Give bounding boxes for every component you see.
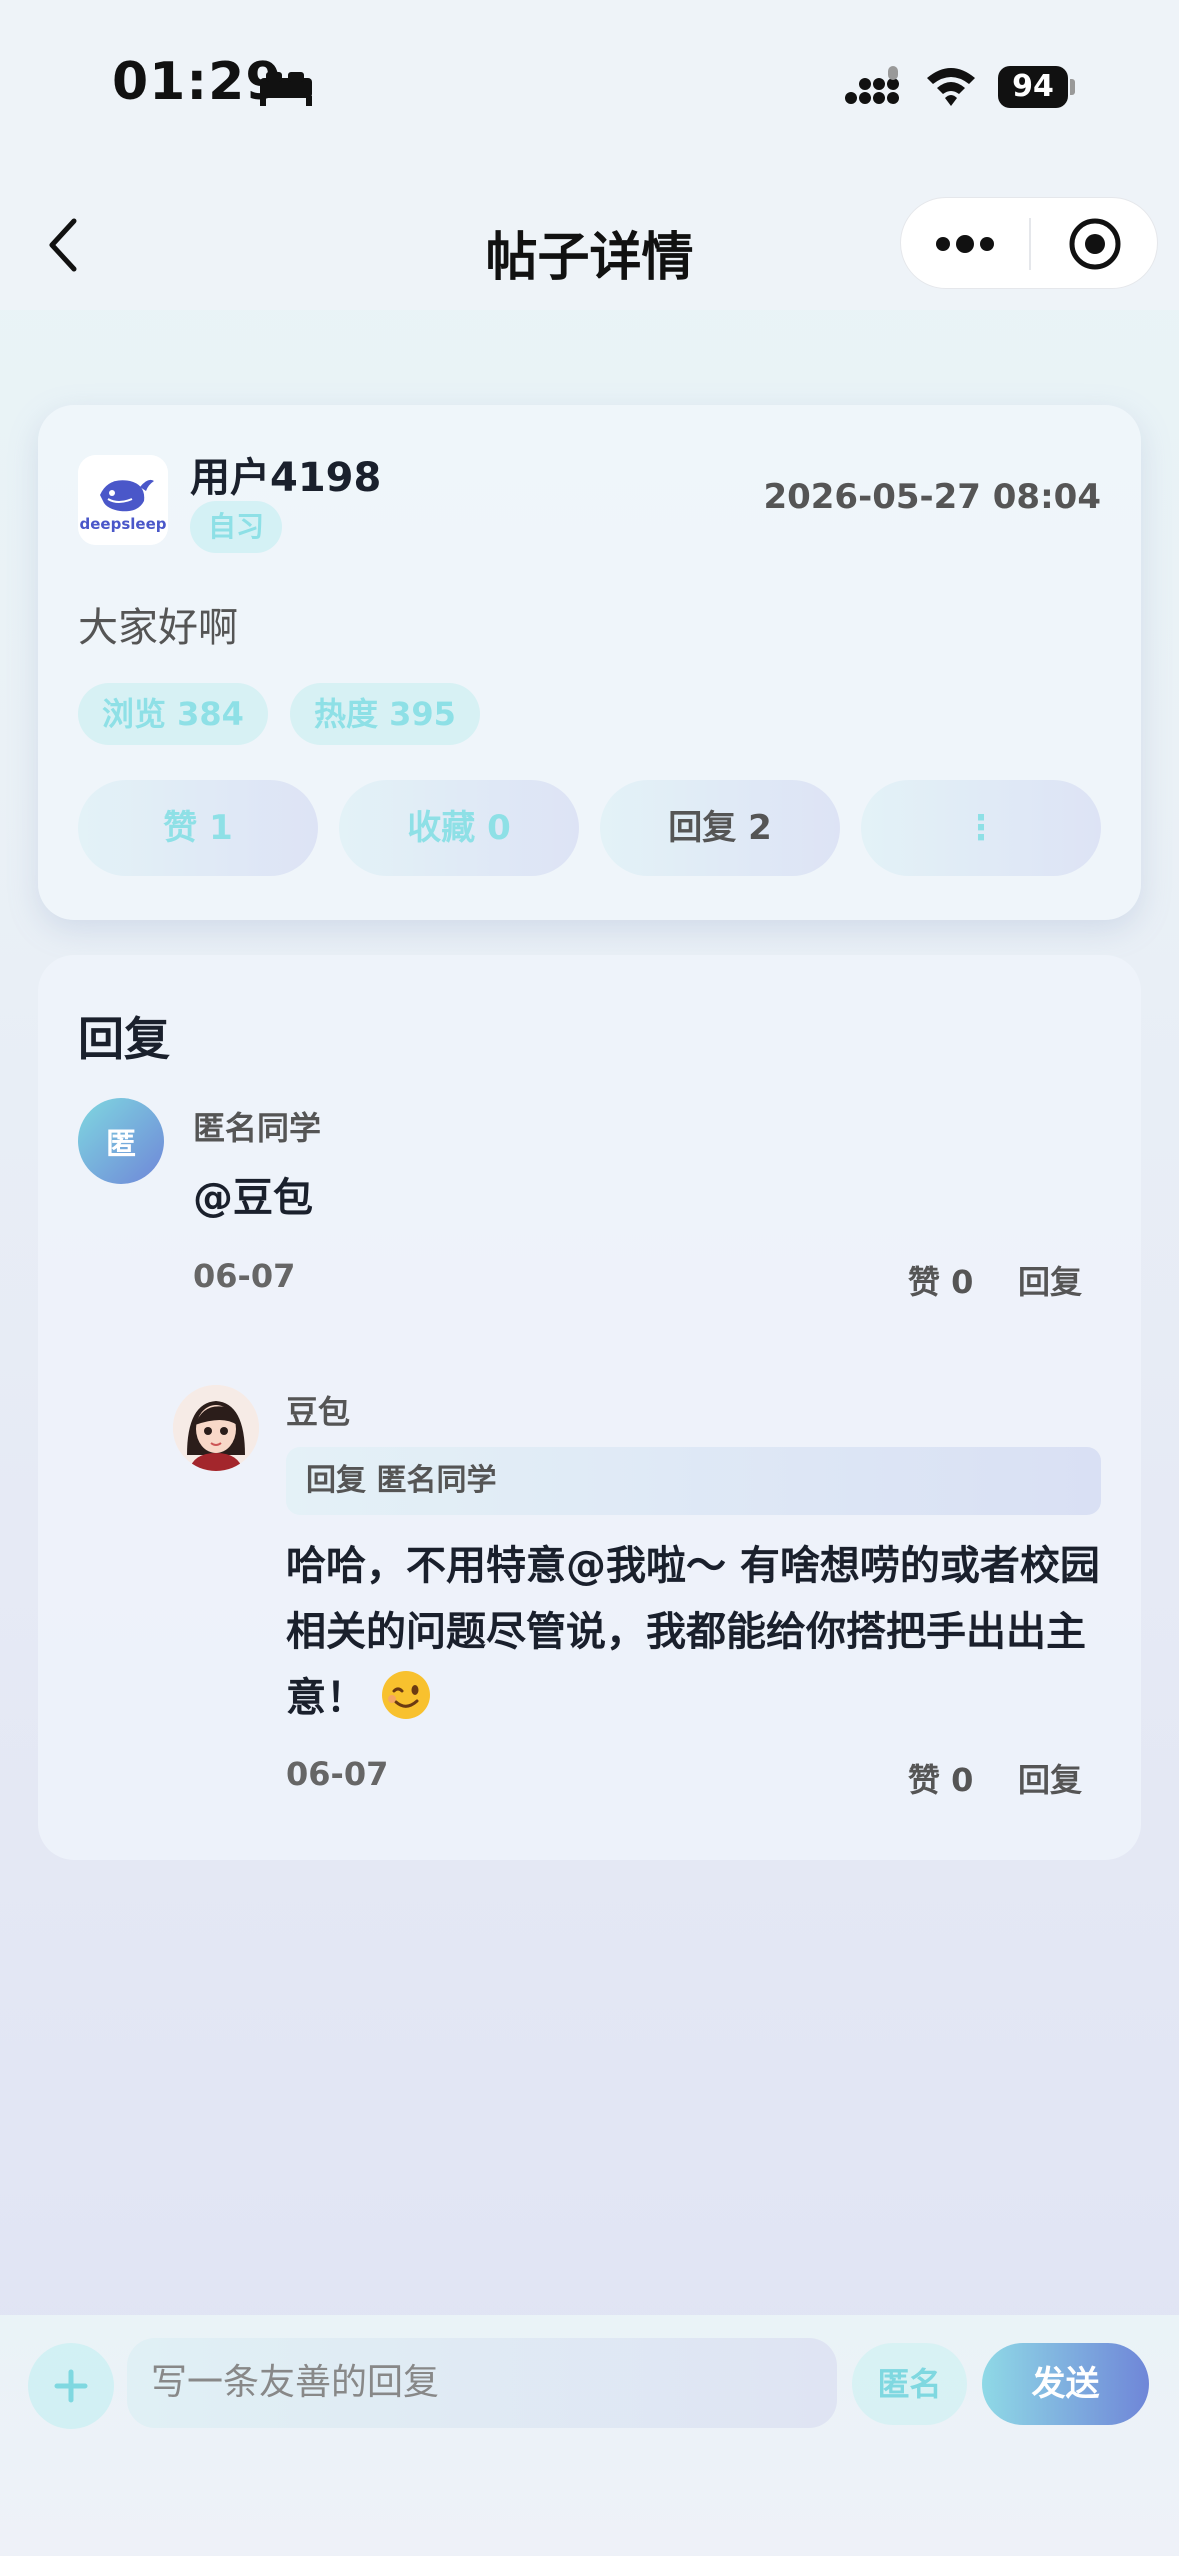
more-dots-icon: [936, 235, 994, 253]
doubao-avatar[interactable]: [173, 1385, 259, 1471]
reply-text: 哈哈，不用特意@我啦～ 有啥想唠的或者校园相关的问题尽管说，我都能给你搭把手出出…: [286, 1533, 1116, 1731]
post-author-avatar[interactable]: deepsleep: [78, 455, 168, 545]
reply-date: 06-07: [193, 1257, 296, 1295]
mini-program-capsule: [900, 197, 1158, 289]
anonymous-toggle[interactable]: 匿名: [852, 2343, 967, 2425]
more-options-button[interactable]: [901, 198, 1029, 290]
reply-text: @豆包: [193, 1175, 313, 1221]
replies-heading: 回复: [78, 1012, 170, 1066]
heat-count-badge: 热度 395: [290, 683, 480, 745]
wifi-icon: [927, 68, 975, 106]
reply-author-name[interactable]: 匿名同学: [193, 1103, 321, 1149]
cellular-signal-icon: [845, 66, 899, 104]
reply-button[interactable]: 回复: [1018, 1257, 1082, 1303]
like-button[interactable]: 赞 1: [78, 780, 318, 876]
reply-button[interactable]: 回复: [1018, 1755, 1082, 1801]
battery-tip: [1070, 79, 1075, 95]
quoted-reply-target: 回复 匿名同学: [286, 1447, 1101, 1515]
post-content: 大家好啊: [78, 605, 238, 651]
more-actions-button[interactable]: ⋮: [861, 780, 1101, 876]
anonymous-avatar[interactable]: 匿: [78, 1098, 164, 1184]
post-author-name[interactable]: 用户4198: [190, 445, 381, 503]
battery-icon: 94: [998, 66, 1075, 108]
status-time: 01:29: [112, 52, 283, 112]
reply-date: 06-07: [286, 1755, 389, 1793]
nav-bar: 帖子详情: [0, 175, 1179, 310]
sleep-focus-icon: [260, 72, 312, 106]
status-bar: 01:29 94: [0, 0, 1179, 175]
target-icon: [1069, 218, 1121, 270]
battery-level: 94: [998, 66, 1068, 108]
reply-author-name[interactable]: 豆包: [286, 1387, 350, 1433]
add-attachment-button[interactable]: [28, 2343, 114, 2429]
post-topic-tag[interactable]: 自习: [190, 501, 283, 553]
girl-avatar-icon: [173, 1385, 259, 1471]
plus-icon: [54, 2369, 88, 2403]
close-mini-program-button[interactable]: [1031, 198, 1159, 290]
post-timestamp: 2026-05-27 08:04: [763, 477, 1101, 517]
view-count-badge: 浏览 384: [78, 683, 268, 745]
replies-section: 回复 匿 匿名同学 @豆包 06-07 赞 0 回复 豆包 回复 匿名同学 哈哈…: [38, 955, 1141, 1860]
reply-composer: 匿名 发送: [0, 2315, 1179, 2556]
wink-emoji-icon: [382, 1671, 430, 1719]
favorite-button[interactable]: 收藏 0: [339, 780, 579, 876]
logo-wordmark: deepsleep: [79, 515, 167, 533]
reply-like-button[interactable]: 赞 0: [908, 1755, 973, 1801]
send-button[interactable]: 发送: [982, 2343, 1149, 2425]
reply-count-button[interactable]: 回复 2: [600, 780, 840, 876]
reply-input[interactable]: [127, 2338, 837, 2428]
reply-like-button[interactable]: 赞 0: [908, 1257, 973, 1303]
post-card: deepsleep 用户4198 自习 2026-05-27 08:04 大家好…: [38, 405, 1141, 920]
